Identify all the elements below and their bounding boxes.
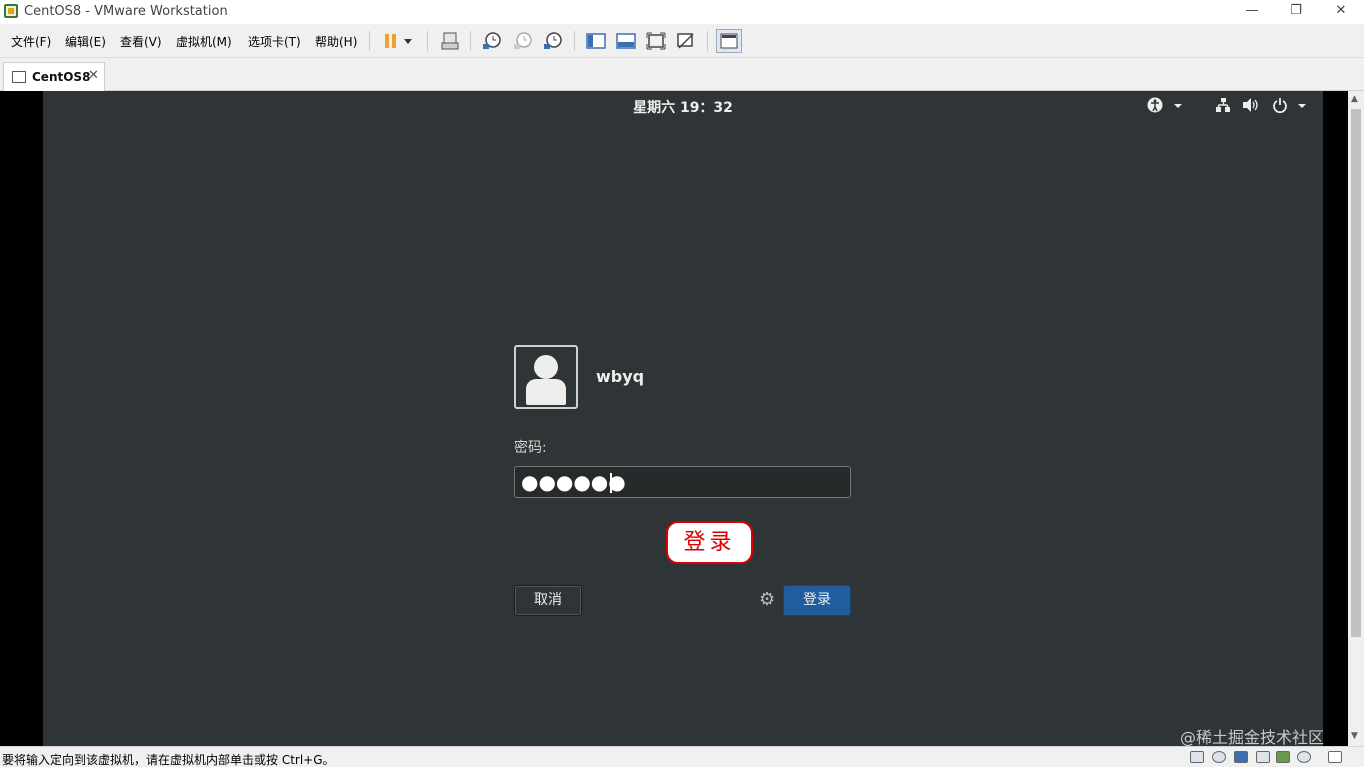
status-bar: 要将输入定向到该虚拟机，请在虚拟机内部单击或按 Ctrl+G。 [0, 746, 1364, 767]
printer-icon[interactable] [1256, 751, 1270, 763]
accessibility-menu-arrow-icon[interactable] [1173, 99, 1183, 115]
close-window-button[interactable]: ✕ [1327, 2, 1355, 20]
password-label: 密码: [514, 440, 547, 456]
power-menu-arrow-icon[interactable] [1297, 99, 1307, 115]
menu-help[interactable]: 帮助(H) [315, 33, 357, 50]
toolbar-separator [427, 31, 428, 51]
send-ctrl-alt-del-icon[interactable] [439, 31, 461, 51]
status-message: 要将输入定向到该虚拟机，请在虚拟机内部单击或按 Ctrl+G。 [2, 753, 335, 767]
power-icon[interactable] [1272, 97, 1288, 117]
sidebar-toggle-icon[interactable] [585, 31, 607, 51]
vm-tab-icon [12, 71, 26, 83]
network-icon[interactable] [1215, 97, 1231, 117]
vm-display-area[interactable]: 星期六 19：32 wbyq 密码: ●●●●●● 登录 取消 ⚙ 登录 [0, 91, 1348, 746]
watermark: @稀土掘金技术社区 [1180, 728, 1325, 747]
fullscreen-icon[interactable] [645, 31, 667, 51]
sound-icon[interactable] [1297, 751, 1311, 763]
tab-close-icon[interactable]: ✕ [88, 68, 99, 83]
hdd-icon[interactable] [1190, 751, 1204, 763]
avatar-head-icon [534, 355, 558, 379]
scroll-up-arrow-icon[interactable]: ▲ [1351, 94, 1358, 104]
snapshot-manager-icon[interactable] [542, 31, 564, 51]
menu-toolbar: 文件(F) 编辑(E) 查看(V) 虚拟机(M) 选项卡(T) 帮助(H) [0, 24, 1364, 58]
annotation-callout: 登录 [666, 521, 753, 564]
topbar-clock[interactable]: 星期六 19：32 [43, 97, 1323, 117]
cd-icon[interactable] [1212, 751, 1226, 763]
username-label: wbyq [596, 367, 645, 386]
gdm-login-screen[interactable]: 星期六 19：32 wbyq 密码: ●●●●●● 登录 取消 ⚙ 登录 [43, 91, 1323, 746]
toolbar-separator [574, 31, 575, 51]
text-caret [610, 473, 612, 493]
volume-icon[interactable] [1242, 97, 1258, 117]
scroll-down-arrow-icon[interactable]: ▼ [1351, 731, 1358, 741]
menu-edit[interactable]: 编辑(E) [65, 33, 106, 50]
restore-button[interactable]: ❐ [1282, 2, 1310, 20]
scrollbar-thumb[interactable] [1351, 109, 1361, 637]
toolbar-separator [470, 31, 471, 51]
thumbnail-bar-icon[interactable] [615, 31, 637, 51]
tab-bar: CentOS8 ✕ [0, 58, 1364, 91]
menu-view[interactable]: 查看(V) [120, 33, 162, 50]
tab-label: CentOS8 [32, 70, 91, 84]
menu-tabs[interactable]: 选项卡(T) [248, 33, 301, 50]
vmware-app-icon [4, 4, 18, 18]
menu-vm[interactable]: 虚拟机(M) [176, 33, 232, 50]
login-button[interactable]: 登录 [783, 585, 851, 616]
menu-file[interactable]: 文件(F) [11, 33, 51, 50]
message-icon[interactable] [1328, 751, 1342, 763]
pause-icon[interactable] [380, 31, 402, 51]
accessibility-icon[interactable] [1147, 97, 1163, 117]
snapshot-take-icon[interactable] [481, 31, 503, 51]
window-title: CentOS8 - VMware Workstation [24, 4, 228, 19]
vertical-scrollbar[interactable]: ▲ ▼ [1348, 91, 1364, 746]
minimize-button[interactable]: — [1238, 2, 1266, 20]
toolbar-separator [707, 31, 708, 51]
unity-icon[interactable] [675, 31, 697, 51]
title-bar: CentOS8 - VMware Workstation — ❐ ✕ [0, 0, 1364, 24]
toolbar-separator [369, 31, 370, 51]
password-input[interactable]: ●●●●●● [514, 466, 851, 498]
network-adapter-icon[interactable] [1234, 751, 1248, 763]
user-avatar[interactable] [514, 345, 578, 409]
console-view-icon[interactable] [716, 29, 742, 53]
session-settings-gear-icon[interactable]: ⚙ [759, 589, 775, 610]
dropdown-icon[interactable] [401, 31, 415, 51]
avatar-body-icon [526, 379, 566, 405]
snapshot-revert-icon[interactable] [512, 31, 534, 51]
cancel-button[interactable]: 取消 [514, 585, 582, 616]
tab-centos8[interactable]: CentOS8 ✕ [3, 62, 105, 91]
usb-icon[interactable] [1276, 751, 1290, 763]
